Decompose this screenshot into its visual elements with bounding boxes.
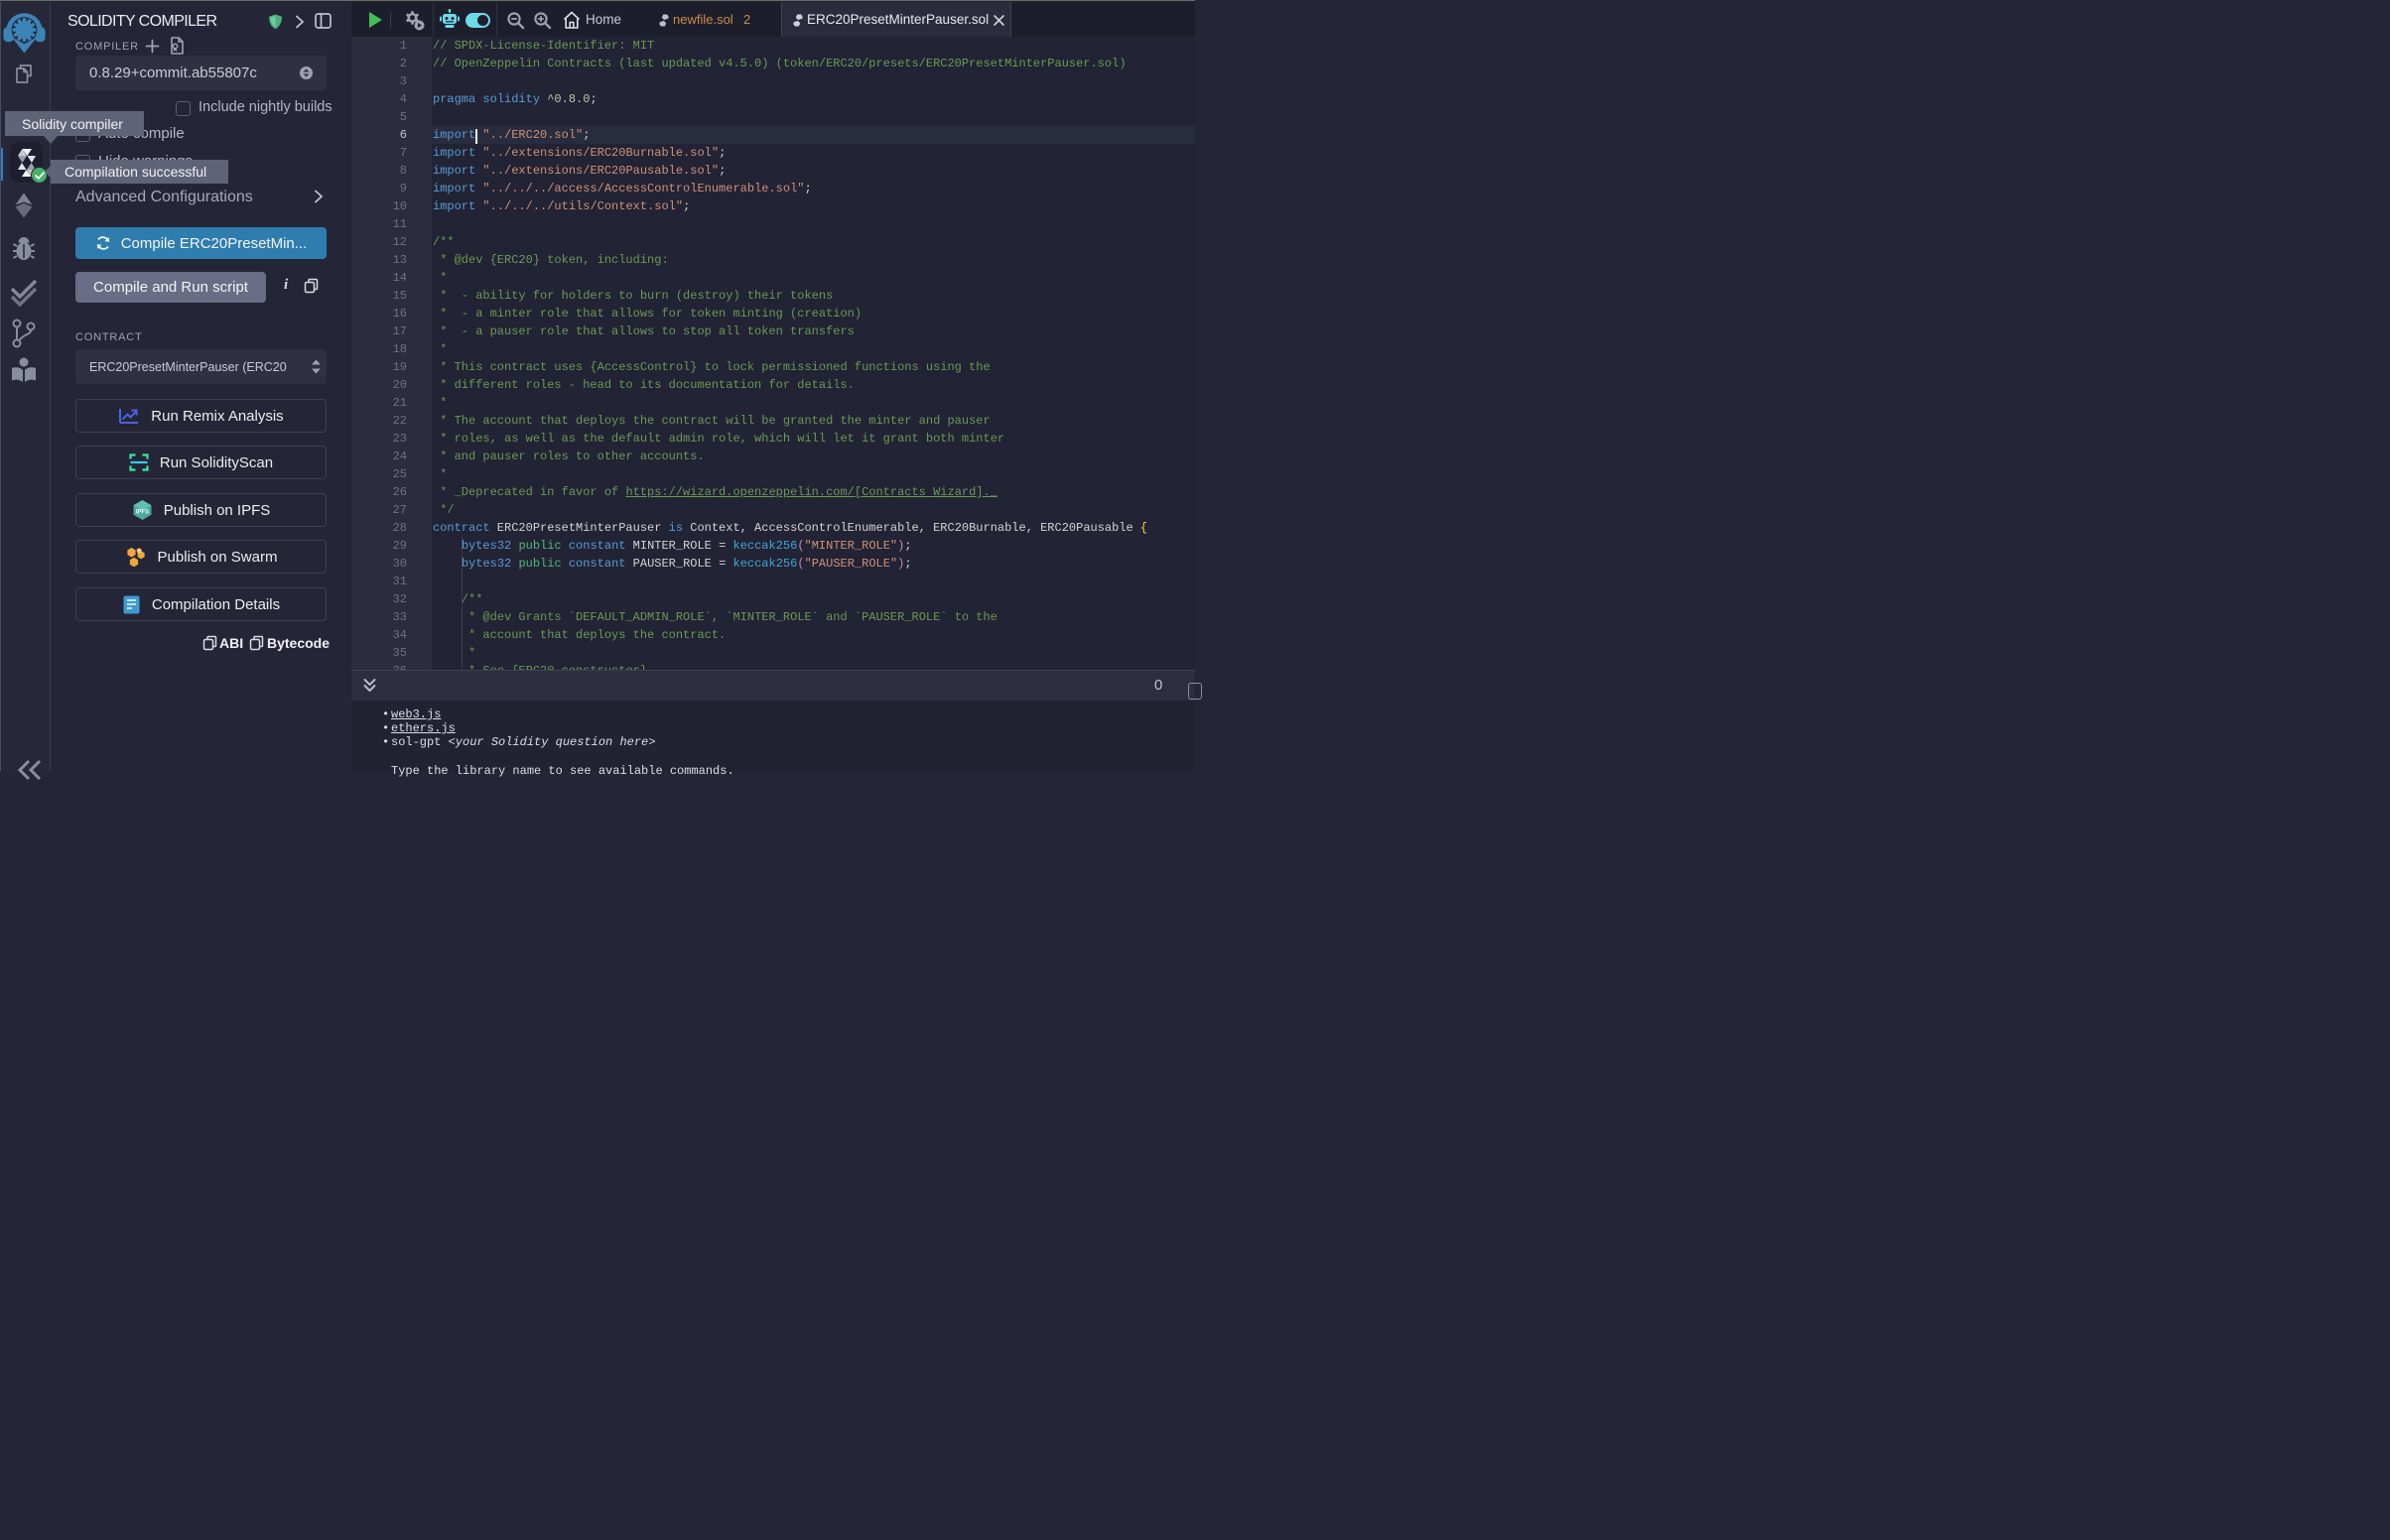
svg-text:IPFS: IPFS — [136, 510, 149, 516]
